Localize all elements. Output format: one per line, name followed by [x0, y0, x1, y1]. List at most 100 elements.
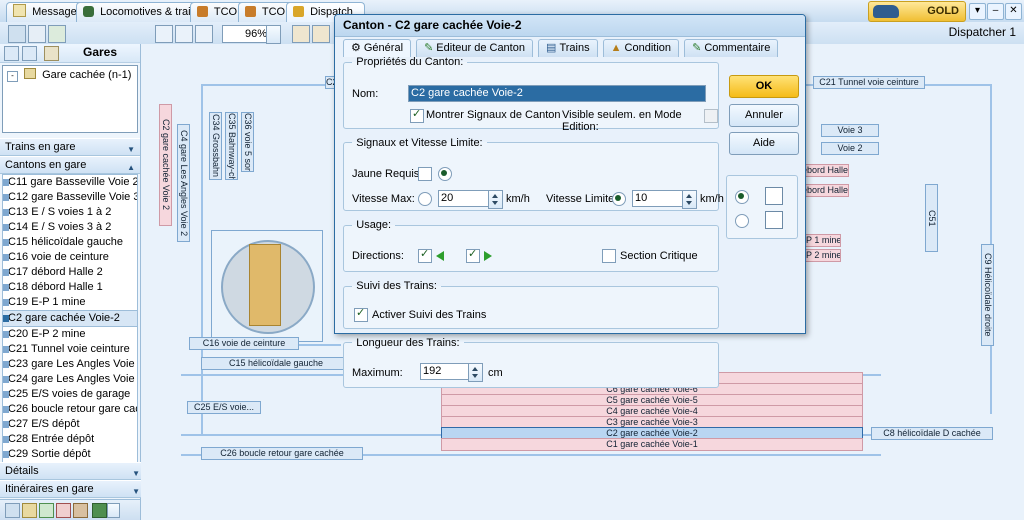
direction-droite-checkbox[interactable] — [466, 247, 480, 264]
dialog-tab-condition[interactable]: ▲ Condition — [602, 39, 680, 57]
block-c51[interactable]: C51 — [925, 184, 938, 252]
layers-icon[interactable] — [312, 25, 330, 43]
canton-list-item[interactable]: C17 débord Halle 2 — [3, 265, 137, 280]
canton-list-item[interactable]: C16 voie de ceinture — [3, 250, 137, 265]
panel-forward-icon[interactable] — [22, 46, 37, 61]
window-close-button[interactable]: ✕ — [1005, 3, 1022, 20]
canton-list-item[interactable]: C2 gare cachée Voie-2 — [3, 310, 137, 327]
block-c21[interactable]: C21 Tunnel voie ceinture — [813, 76, 925, 89]
block-c4-angles2[interactable]: C4 gare Les Angles Voie 2 — [177, 124, 190, 242]
canton-list-item[interactable]: C24 gare Les Angles Voie 2 — [3, 372, 137, 387]
ok-button[interactable]: OK — [729, 75, 799, 98]
group-cantons-en-gare[interactable]: Cantons en gare ▲ — [0, 156, 140, 174]
panel-list-icon[interactable] — [44, 46, 59, 61]
canton-list-item[interactable]: C28 Entrée dépôt — [3, 432, 137, 447]
block-c25[interactable]: C25 E/S voie... — [187, 401, 261, 414]
direction-gauche-checkbox[interactable] — [418, 247, 432, 264]
vitesse-max-input[interactable]: 20 — [438, 189, 494, 207]
save-icon[interactable] — [28, 25, 46, 43]
view-grid-radio[interactable] — [735, 214, 749, 228]
block-c36[interactable]: C36 voie 5 sortie — [241, 112, 254, 172]
block-c26[interactable]: C26 boucle retour gare cachée — [201, 447, 363, 460]
canton-list-item[interactable]: C11 gare Basseville Voie 2 — [3, 175, 137, 190]
chevron-down-icon: ▼ — [132, 487, 140, 496]
zoom-in-icon[interactable] — [195, 25, 213, 43]
new-icon[interactable] — [5, 503, 20, 518]
group-details[interactable]: Détails ▼ — [0, 462, 145, 480]
block-c16[interactable]: C16 voie de ceinture — [189, 337, 299, 350]
maximum-input[interactable]: 192 — [420, 362, 474, 380]
run-dropdown-icon[interactable] — [107, 503, 120, 518]
zoom-fit-icon[interactable] — [175, 25, 193, 43]
window-dropdown-button[interactable]: ▾ — [969, 3, 986, 20]
canton-color-dot — [3, 346, 9, 353]
block-voie3[interactable]: Voie 3 — [821, 124, 879, 137]
vitesse-limite-spinner[interactable] — [682, 189, 697, 209]
tree-expander-icon[interactable]: - — [7, 71, 18, 82]
vitesse-max-spinner[interactable] — [488, 189, 503, 209]
block-c34[interactable]: C34 Grossbahn — [209, 112, 222, 180]
canton-list-item[interactable]: C19 E-P 1 mine — [3, 295, 137, 310]
add-icon[interactable] — [39, 503, 54, 518]
nom-input[interactable]: C2 gare cachée Voie-2 — [408, 85, 706, 102]
maximum-spinner[interactable] — [468, 362, 483, 382]
view-list-radio[interactable] — [735, 190, 749, 204]
window-minimize-button[interactable]: – — [987, 3, 1004, 20]
help-button[interactable]: Aide — [729, 132, 799, 155]
canton-list-item[interactable]: C23 gare Les Angles Voie 1 — [3, 357, 137, 372]
canton-list-item[interactable]: C20 E-P 2 mine — [3, 327, 137, 342]
block-c2-voie2[interactable]: C2 gare cachée Voie 2 — [159, 104, 172, 226]
canton-color-dot — [3, 209, 9, 216]
canton-list-item[interactable]: C29 Sortie dépôt — [3, 447, 137, 462]
group-itineraires[interactable]: Itinéraires en gare ▼ — [0, 480, 145, 498]
montrer-signaux-checkbox[interactable] — [410, 107, 424, 123]
section-critique-checkbox[interactable] — [602, 249, 616, 264]
print-icon[interactable] — [48, 25, 66, 43]
gare-tree-root[interactable]: - Gare cachée (n-1) — [3, 66, 137, 84]
open-icon[interactable] — [8, 25, 26, 43]
delete-icon[interactable] — [56, 503, 71, 518]
canton-list-item[interactable]: C25 E/S voies de garage — [3, 387, 137, 402]
list-view-icon[interactable] — [765, 187, 783, 205]
block-voie2[interactable]: Voie 2 — [821, 142, 879, 155]
block-c9[interactable]: C9 Hélicoïdale droite — [981, 244, 994, 346]
canton-list-item[interactable]: C14 E / S voies 3 à 2 — [3, 220, 137, 235]
group-trains-en-gare[interactable]: Trains en gare ▼ — [0, 138, 140, 156]
cantons-list[interactable]: C11 gare Basseville Voie 2 C12 gare Basse… — [2, 174, 138, 488]
canton-list-item[interactable]: C18 débord Halle 1 — [3, 280, 137, 295]
canton-color-dot — [3, 179, 9, 186]
grid-icon[interactable] — [292, 25, 310, 43]
house-icon[interactable] — [73, 503, 88, 518]
block-c35[interactable]: C35 Bahnway-cha. — [225, 112, 238, 180]
canton-list-item[interactable]: C21 Tunnel voie ceinture — [3, 342, 137, 357]
zoom-dropdown-icon[interactable] — [266, 25, 281, 44]
canton-list-item[interactable]: C13 E / S voies 1 à 2 — [3, 205, 137, 220]
vitesse-limite-input[interactable]: 10 — [632, 189, 688, 207]
jaune-requis-radio[interactable] — [438, 166, 452, 181]
turntable-bridge[interactable] — [249, 244, 281, 326]
dialog-tab-general[interactable]: ⚙ Général — [343, 39, 412, 57]
canton-list-item[interactable]: C15 hélicoïdale gauche — [3, 235, 137, 250]
dialog-tab-trains[interactable]: ▤ Trains — [538, 39, 598, 57]
visible-edition-checkbox[interactable] — [704, 109, 718, 123]
block-c1[interactable]: C1 gare cachée Voie-1 — [441, 438, 863, 451]
zoom-level-value[interactable]: 96% — [222, 25, 270, 43]
panel-back-icon[interactable] — [4, 46, 19, 61]
cancel-button[interactable]: Annuler — [729, 104, 799, 127]
block-c8[interactable]: C8 hélicoïdale D cachée — [871, 427, 993, 440]
grid-view-icon[interactable] — [765, 211, 783, 229]
block-c15[interactable]: C15 hélicoïdale gauche — [201, 357, 351, 370]
vitesse-max-radio[interactable] — [418, 191, 432, 206]
dialog-tab-editeur[interactable]: ✎ Editeur de Canton — [416, 39, 533, 57]
canton-list-item[interactable]: C26 boucle retour gare cachée — [3, 402, 137, 417]
zoom-out-icon[interactable] — [155, 25, 173, 43]
canton-list-item[interactable]: C12 gare Basseville Voie 3 — [3, 190, 137, 205]
activer-suivi-checkbox[interactable] — [354, 306, 368, 323]
gare-tree[interactable]: - Gare cachée (n-1) — [2, 65, 138, 133]
jaune-requis-checkbox[interactable] — [418, 166, 432, 181]
vitesse-limite-radio[interactable] — [612, 191, 626, 206]
canton-list-item[interactable]: C27 E/S dépôt — [3, 417, 137, 432]
dialog-tab-commentaire[interactable]: ✎ Commentaire — [684, 39, 779, 57]
run-icon[interactable] — [92, 503, 107, 518]
edit-icon[interactable] — [22, 503, 37, 518]
